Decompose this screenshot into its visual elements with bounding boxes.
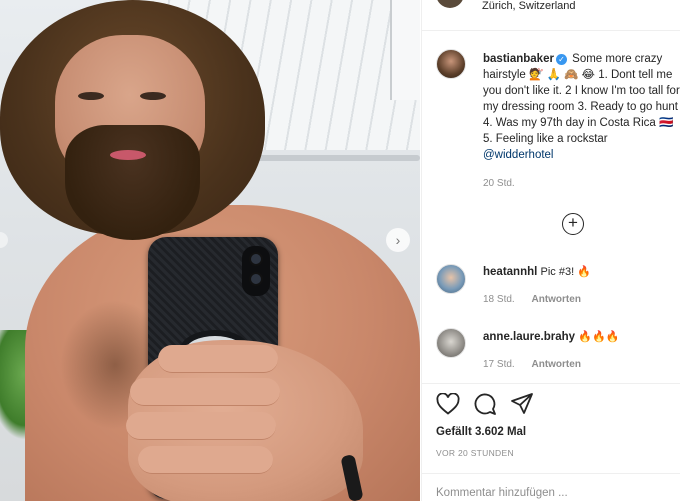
author-username[interactable]: bastianbaker (483, 53, 554, 65)
comment-username[interactable]: heatannhl (483, 266, 537, 278)
caption-age: 20 Std. (483, 178, 515, 189)
finger (126, 412, 276, 440)
author-avatar[interactable] (436, 49, 466, 79)
heart-icon[interactable] (436, 393, 460, 415)
caption-mention[interactable]: @widderhotel (483, 149, 554, 161)
post-timestamp[interactable]: VOR 20 STUNDEN (436, 448, 514, 458)
composer-divider (422, 473, 680, 474)
comment-text: Pic #3! 🔥 (540, 266, 591, 278)
verified-badge-icon: ✓ (555, 54, 567, 65)
comment-text: 🔥🔥🔥 (578, 331, 620, 343)
post-caption: bastianbaker ✓ Some more crazy hairstyle … (483, 51, 680, 163)
camera-lens (249, 272, 263, 286)
reply-button[interactable]: Antworten (531, 359, 580, 370)
carousel-prev-button[interactable] (0, 232, 8, 248)
mouth (110, 150, 146, 160)
window-frame (390, 0, 420, 100)
commenter-avatar[interactable] (436, 264, 466, 294)
likes-count[interactable]: Gefällt 3.602 Mal (436, 426, 526, 438)
chevron-right-icon[interactable]: › (386, 228, 410, 252)
camera-lens (249, 252, 263, 266)
finger (158, 345, 278, 373)
caption-text: Some more crazy hairstyle 💇 🙏 🙈 😂 1. Don… (483, 53, 680, 145)
header-divider (422, 30, 680, 31)
comment-input[interactable]: Kommentar hinzufügen ... (436, 487, 568, 499)
header-avatar[interactable] (436, 0, 464, 8)
post-image[interactable]: › (0, 0, 420, 501)
comment: anne.laure.brahy 🔥🔥🔥 (483, 330, 619, 343)
comment: heatannhl Pic #3! 🔥 (483, 265, 591, 278)
beard (65, 125, 200, 240)
towel-bar (250, 155, 420, 161)
comment-username[interactable]: anne.laure.brahy (483, 331, 575, 343)
comment-icon[interactable] (473, 392, 497, 416)
post-location[interactable]: Zürich, Switzerland (482, 0, 576, 12)
finger (138, 446, 273, 474)
finger (130, 378, 280, 406)
comment-meta: 17 Std. Antworten (483, 359, 581, 370)
plus-circle-icon[interactable]: + (562, 213, 584, 235)
reply-button[interactable]: Antworten (531, 294, 580, 305)
actions-divider (422, 383, 680, 384)
post-details-panel: Zürich, Switzerland bastianbaker ✓ Some m… (421, 0, 680, 501)
left-eye (78, 92, 104, 100)
commenter-avatar[interactable] (436, 328, 466, 358)
right-eye (140, 92, 166, 100)
comment-age: 18 Std. (483, 294, 515, 305)
send-icon[interactable] (510, 392, 534, 416)
comment-meta: 18 Std. Antworten (483, 294, 581, 305)
comment-age: 17 Std. (483, 359, 515, 370)
